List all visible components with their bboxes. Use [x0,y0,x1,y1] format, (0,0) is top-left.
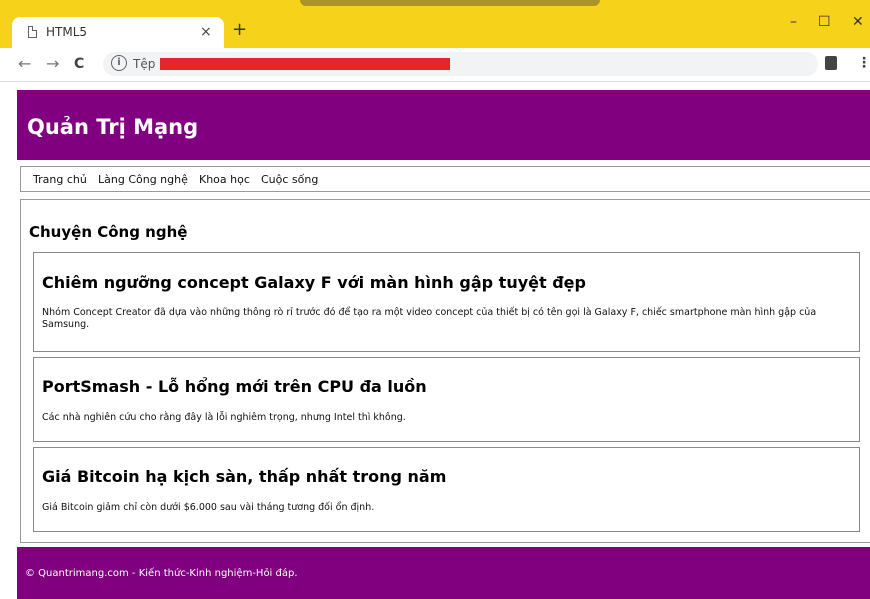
article-card: Giá Bitcoin hạ kịch sàn, thấp nhất trong… [33,447,860,532]
footer-text: © Quantrimang.com - Kiến thức-Kinh nghiệ… [25,568,298,579]
back-icon[interactable]: ← [18,54,31,74]
nav-item-lang-cong-nghe[interactable]: Làng Công nghệ [98,173,188,186]
site-nav: Trang chủ Làng Công nghệ Khoa học Cuộc s… [20,166,870,192]
browser-titlebar: HTML5 × + – ☐ ✕ [0,0,870,48]
article-summary: Các nhà nghiên cứu cho rằng đây là lỗi n… [42,412,406,423]
nav-item-khoa-hoc[interactable]: Khoa học [199,173,250,186]
profile-icon[interactable] [825,56,837,70]
section-title: Chuyện Công nghệ [29,223,188,241]
browser-tab[interactable]: HTML5 × [12,17,224,48]
article-title[interactable]: Chiêm ngưỡng concept Galaxy F với màn hì… [42,273,586,292]
article-summary: Nhóm Concept Creator đã dựa vào những th… [42,307,817,330]
page-icon [28,26,37,38]
forward-icon[interactable]: → [46,54,59,74]
info-icon[interactable]: i [111,55,127,71]
article-card: Chiêm ngưỡng concept Galaxy F với màn hì… [33,252,860,352]
site-header: Quản Trị Mạng [17,90,870,160]
reload-icon[interactable]: C [74,54,84,74]
site-title: Quản Trị Mạng [27,115,199,139]
article-card: PortSmash - Lỗ hổng mới trên CPU đa luồn… [33,357,860,442]
article-title[interactable]: PortSmash - Lỗ hổng mới trên CPU đa luồn [42,377,427,396]
new-tab-icon[interactable]: + [232,20,247,40]
minimize-icon[interactable]: – [790,14,797,30]
tab-title: HTML5 [46,25,88,39]
web-page: Quản Trị Mạng Trang chủ Làng Công nghệ K… [15,82,870,599]
maximize-icon[interactable]: ☐ [818,14,831,30]
browser-toolbar: ← → C i Tệp [0,48,870,82]
titlebar-shadow [300,0,600,6]
nav-item-trang-chu[interactable]: Trang chủ [33,173,87,186]
article-summary: Giá Bitcoin giảm chỉ còn dưới $6.000 sau… [42,502,375,513]
main-content: Chuyện Công nghệ Chiêm ngưỡng concept Ga… [20,199,870,543]
article-title[interactable]: Giá Bitcoin hạ kịch sàn, thấp nhất trong… [42,467,446,486]
url-redacted [160,58,450,70]
close-window-icon[interactable]: ✕ [852,14,864,30]
url-scheme-label: Tệp [133,57,156,71]
menu-icon[interactable]: ⋮ [857,55,870,71]
address-bar[interactable]: i Tệp [103,52,818,76]
nav-item-cuoc-song[interactable]: Cuộc sống [261,173,318,186]
close-tab-icon[interactable]: × [200,23,212,41]
site-footer: © Quantrimang.com - Kiến thức-Kinh nghiệ… [17,547,870,599]
